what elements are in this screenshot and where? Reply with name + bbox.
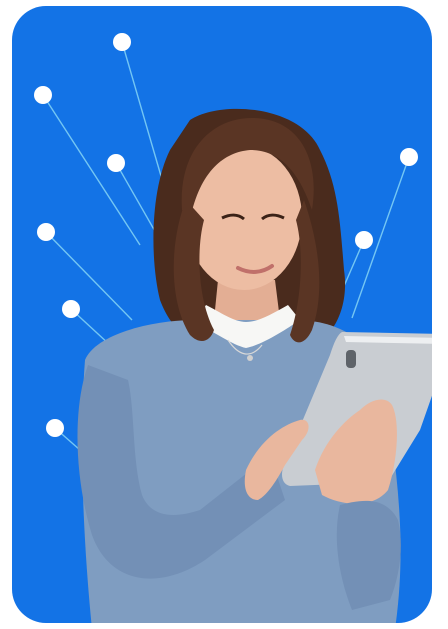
hero-illustration <box>12 6 432 623</box>
tablet-camera <box>346 350 356 368</box>
hero-card <box>12 6 432 623</box>
node-dot <box>355 231 373 249</box>
node-dot <box>113 33 131 51</box>
necklace-pendant <box>247 355 253 361</box>
node-dot <box>46 419 64 437</box>
node-dot <box>400 148 418 166</box>
node-dot <box>107 154 125 172</box>
node-dot <box>34 86 52 104</box>
node-dot <box>37 223 55 241</box>
right-sleeve <box>336 500 401 610</box>
node-dot <box>62 300 80 318</box>
